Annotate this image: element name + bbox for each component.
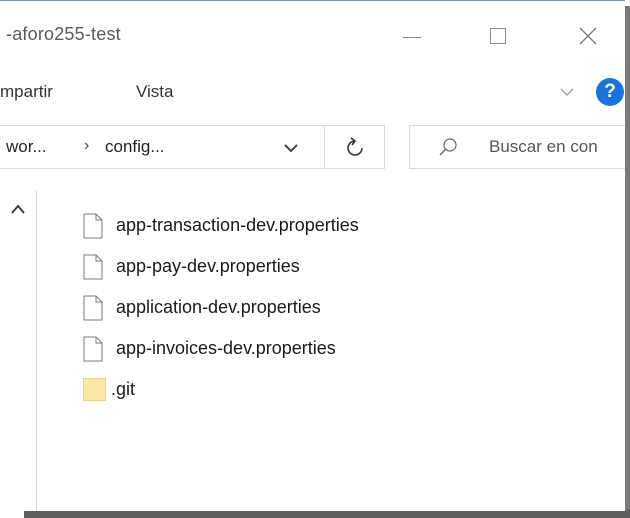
address-dropdown-icon[interactable] xyxy=(282,140,300,156)
chevron-up-icon[interactable] xyxy=(10,203,26,215)
breadcrumb-separator[interactable]: › xyxy=(84,137,89,155)
list-item[interactable]: .git xyxy=(80,370,600,411)
window-shadow-bottom xyxy=(24,510,630,518)
minimize-icon xyxy=(403,36,421,38)
maximize-button[interactable] xyxy=(478,16,518,56)
search-placeholder[interactable]: Buscar en con xyxy=(489,137,598,157)
tab-share[interactable]: mpartir xyxy=(0,82,53,102)
close-icon xyxy=(579,27,597,45)
search-icon xyxy=(439,138,457,156)
window-shadow-right xyxy=(625,6,630,518)
refresh-button[interactable] xyxy=(325,125,385,169)
breadcrumb-config[interactable]: config... xyxy=(105,137,165,157)
navigation-pane[interactable] xyxy=(0,191,37,511)
list-item[interactable]: app-transaction-dev.properties xyxy=(80,206,600,247)
chevron-down-icon[interactable] xyxy=(557,82,577,102)
maximize-icon xyxy=(490,28,506,44)
breadcrumb-workspace[interactable]: wor... xyxy=(6,137,47,157)
title-bar[interactable]: -aforo255-test xyxy=(0,2,625,70)
minimize-button[interactable] xyxy=(392,16,432,56)
file-name: application-dev.properties xyxy=(116,297,321,317)
file-icon xyxy=(83,295,103,321)
tab-view[interactable]: Vista xyxy=(136,82,174,102)
window-shadow-gap xyxy=(0,510,24,518)
list-item[interactable]: app-invoices-dev.properties xyxy=(80,329,600,370)
file-name: app-transaction-dev.properties xyxy=(116,215,359,235)
list-item[interactable]: application-dev.properties xyxy=(80,288,600,329)
search-box[interactable]: Buscar en con xyxy=(409,125,625,169)
help-glyph: ? xyxy=(604,81,616,102)
refresh-icon xyxy=(346,137,363,156)
close-button[interactable] xyxy=(568,16,608,56)
folder-name: .git xyxy=(111,379,136,399)
ribbon-tabs: mpartir Vista ? xyxy=(0,70,625,114)
file-name: app-pay-dev.properties xyxy=(116,256,300,276)
address-row: wor... › config... Buscar en con xyxy=(0,121,625,173)
file-list: app-transaction-dev.properties app-pay-d… xyxy=(80,206,600,411)
address-bar[interactable]: wor... › config... xyxy=(0,125,325,169)
list-item[interactable]: app-pay-dev.properties xyxy=(80,247,600,288)
folder-icon xyxy=(83,378,106,401)
file-icon xyxy=(83,254,103,280)
explorer-window: -aforo255-test mpartir Vista ? wor... › … xyxy=(0,0,625,511)
file-name: app-invoices-dev.properties xyxy=(116,338,336,358)
window-title: -aforo255-test xyxy=(6,24,121,44)
file-icon xyxy=(83,336,103,362)
help-icon[interactable]: ? xyxy=(596,78,624,106)
file-icon xyxy=(83,213,103,239)
